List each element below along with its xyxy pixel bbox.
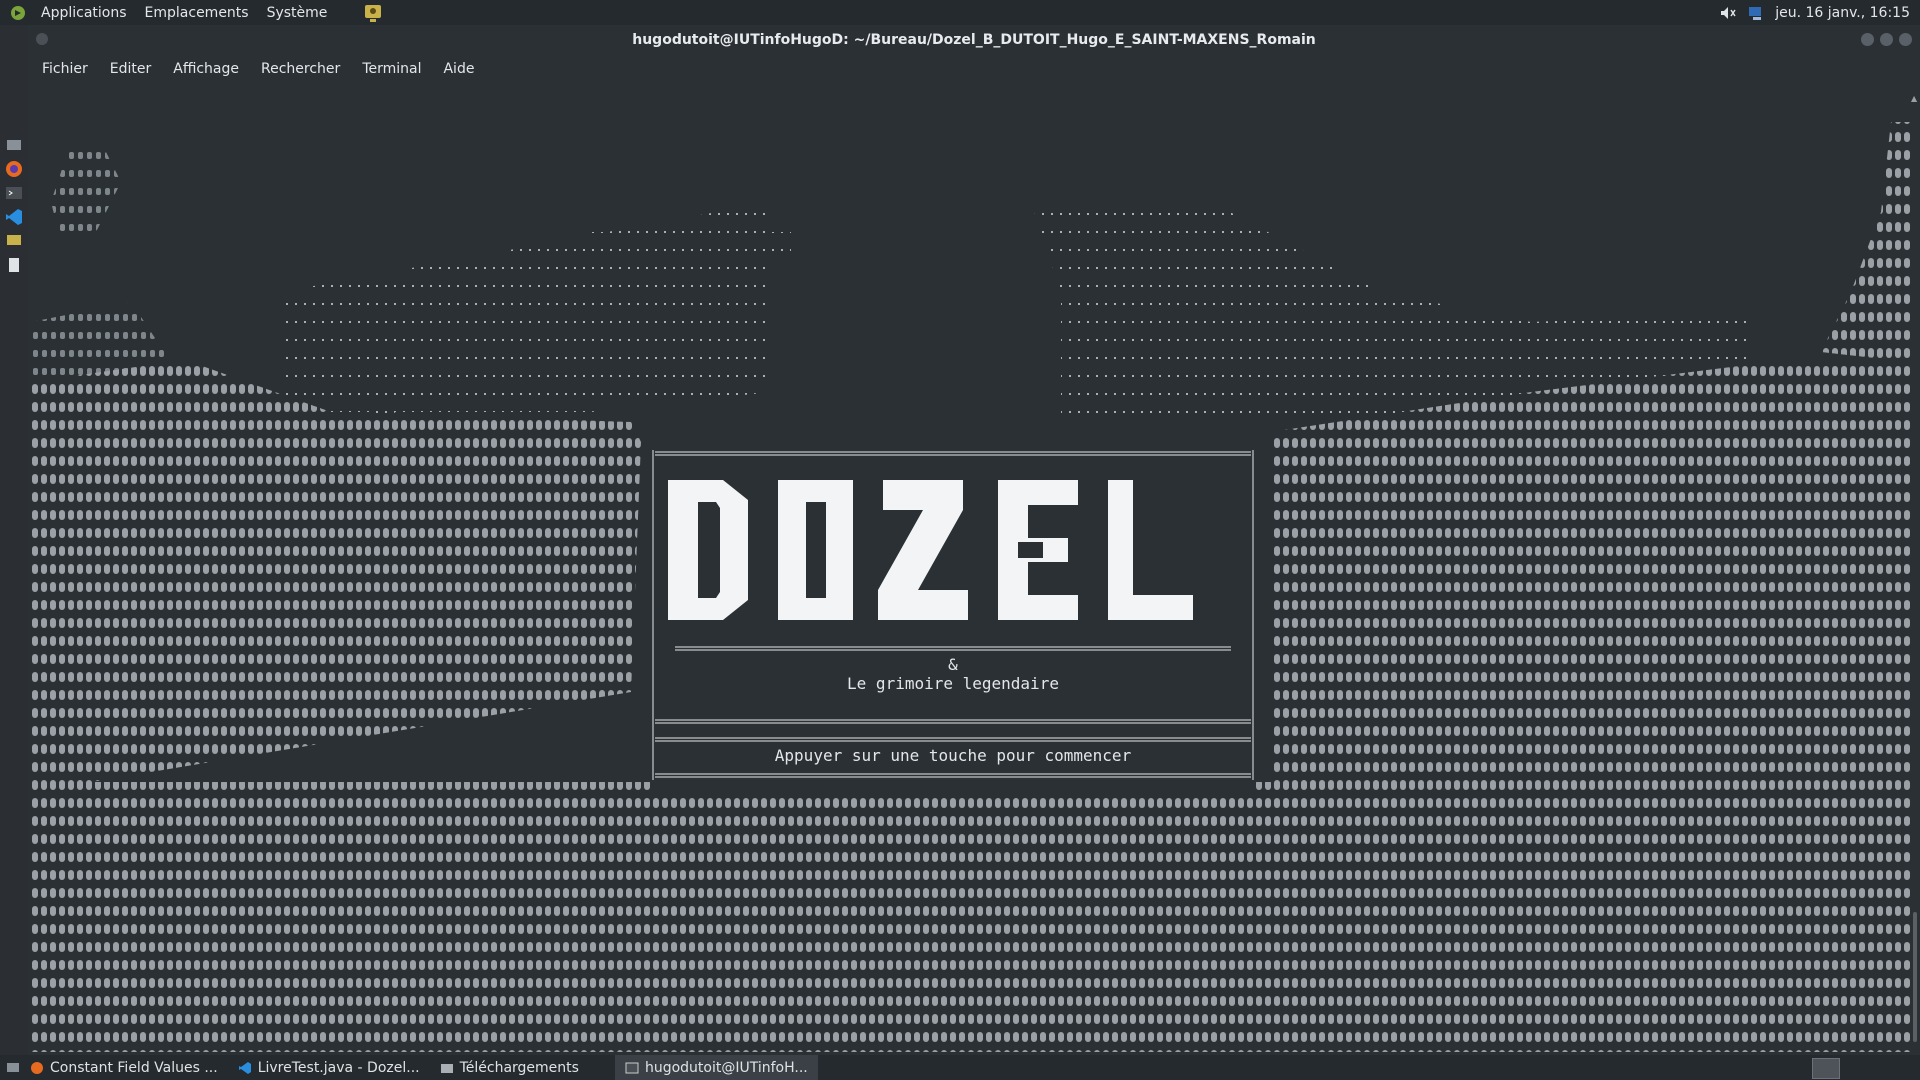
volume-icon[interactable]	[1719, 5, 1737, 21]
task-label: LivreTest.java - Dozel...	[257, 1059, 420, 1076]
terminal-icon	[625, 1062, 639, 1073]
clock[interactable]: jeu. 16 janv., 16:15	[1775, 5, 1910, 21]
taskbar: Constant Field Values ... LivreTest.java…	[0, 1055, 1920, 1080]
distro-logo-icon[interactable]	[10, 5, 26, 21]
task-label: Téléchargements	[459, 1059, 579, 1076]
task-terminal[interactable]: hugodutoit@IUTinfoH...	[614, 1055, 818, 1080]
bottom-art-band	[31, 782, 1911, 1052]
terminal-window: hugodutoit@IUTinfoHugoD: ~/Bureau/Dozel_…	[28, 25, 1920, 1055]
splash-panel: & Le grimoire legendaire Appuyer sur une…	[651, 450, 1255, 795]
screenshot-launcher-icon[interactable]	[362, 2, 384, 24]
folder-icon	[440, 1063, 453, 1073]
show-desktop-icon[interactable]	[6, 1061, 20, 1075]
menu-applications[interactable]: Applications	[32, 5, 136, 21]
window-menu-button[interactable]	[36, 33, 48, 45]
task-label: Constant Field Values ...	[50, 1059, 218, 1076]
close-button[interactable]	[1899, 33, 1912, 46]
terminal-scrollbar[interactable]: ▲	[1910, 92, 1920, 1052]
firefox-icon	[31, 1061, 43, 1074]
maximize-button[interactable]	[1880, 33, 1893, 46]
notes-icon[interactable]	[5, 256, 23, 274]
vscode-icon	[238, 1061, 251, 1074]
terminal-output[interactable]: & Le grimoire legendaire Appuyer sur une…	[31, 92, 1911, 1052]
workspace-switcher[interactable]	[1812, 1058, 1840, 1079]
window-menubar: Fichier Editer Affichage Rechercher Term…	[28, 55, 1920, 83]
task-vscode[interactable]: LivreTest.java - Dozel...	[228, 1055, 430, 1080]
right-art	[1271, 122, 1911, 792]
minimize-button[interactable]	[1861, 33, 1874, 46]
top-panel: Applications Emplacements Système jeu. 1…	[0, 0, 1920, 25]
splash-prompt: Appuyer sur une touche pour commencer	[774, 746, 1132, 765]
menu-places[interactable]: Emplacements	[136, 5, 258, 21]
files-icon[interactable]	[5, 136, 23, 154]
menu-terminal[interactable]: Terminal	[351, 61, 432, 77]
splash-subtitle: Le grimoire legendaire	[847, 674, 1059, 693]
screenshot-icon[interactable]	[5, 232, 23, 250]
task-label: hugodutoit@IUTinfoH...	[644, 1059, 808, 1076]
menu-aide[interactable]: Aide	[432, 61, 485, 77]
menu-fichier[interactable]: Fichier	[31, 61, 99, 77]
menu-affichage[interactable]: Affichage	[162, 61, 250, 77]
scrollbar-thumb[interactable]	[1913, 912, 1917, 1042]
menu-rechercher[interactable]: Rechercher	[250, 61, 351, 77]
network-icon[interactable]	[1747, 4, 1765, 22]
task-firefox[interactable]: Constant Field Values ...	[20, 1055, 228, 1080]
firefox-icon[interactable]	[5, 160, 23, 178]
task-downloads[interactable]: Téléchargements	[430, 1055, 589, 1080]
dozel-logo	[668, 480, 1193, 620]
splash-ampersand: &	[948, 655, 958, 674]
terminal-icon[interactable]	[5, 184, 23, 202]
left-dock	[0, 130, 28, 310]
scroll-up-icon[interactable]: ▲	[1911, 94, 1917, 103]
menu-system[interactable]: Système	[258, 5, 337, 21]
left-art	[31, 142, 641, 792]
window-titlebar[interactable]: hugodutoit@IUTinfoHugoD: ~/Bureau/Dozel_…	[28, 25, 1920, 55]
vscode-icon[interactable]	[5, 208, 23, 226]
window-title: hugodutoit@IUTinfoHugoD: ~/Bureau/Dozel_…	[632, 32, 1316, 48]
menu-editer[interactable]: Editer	[99, 61, 162, 77]
